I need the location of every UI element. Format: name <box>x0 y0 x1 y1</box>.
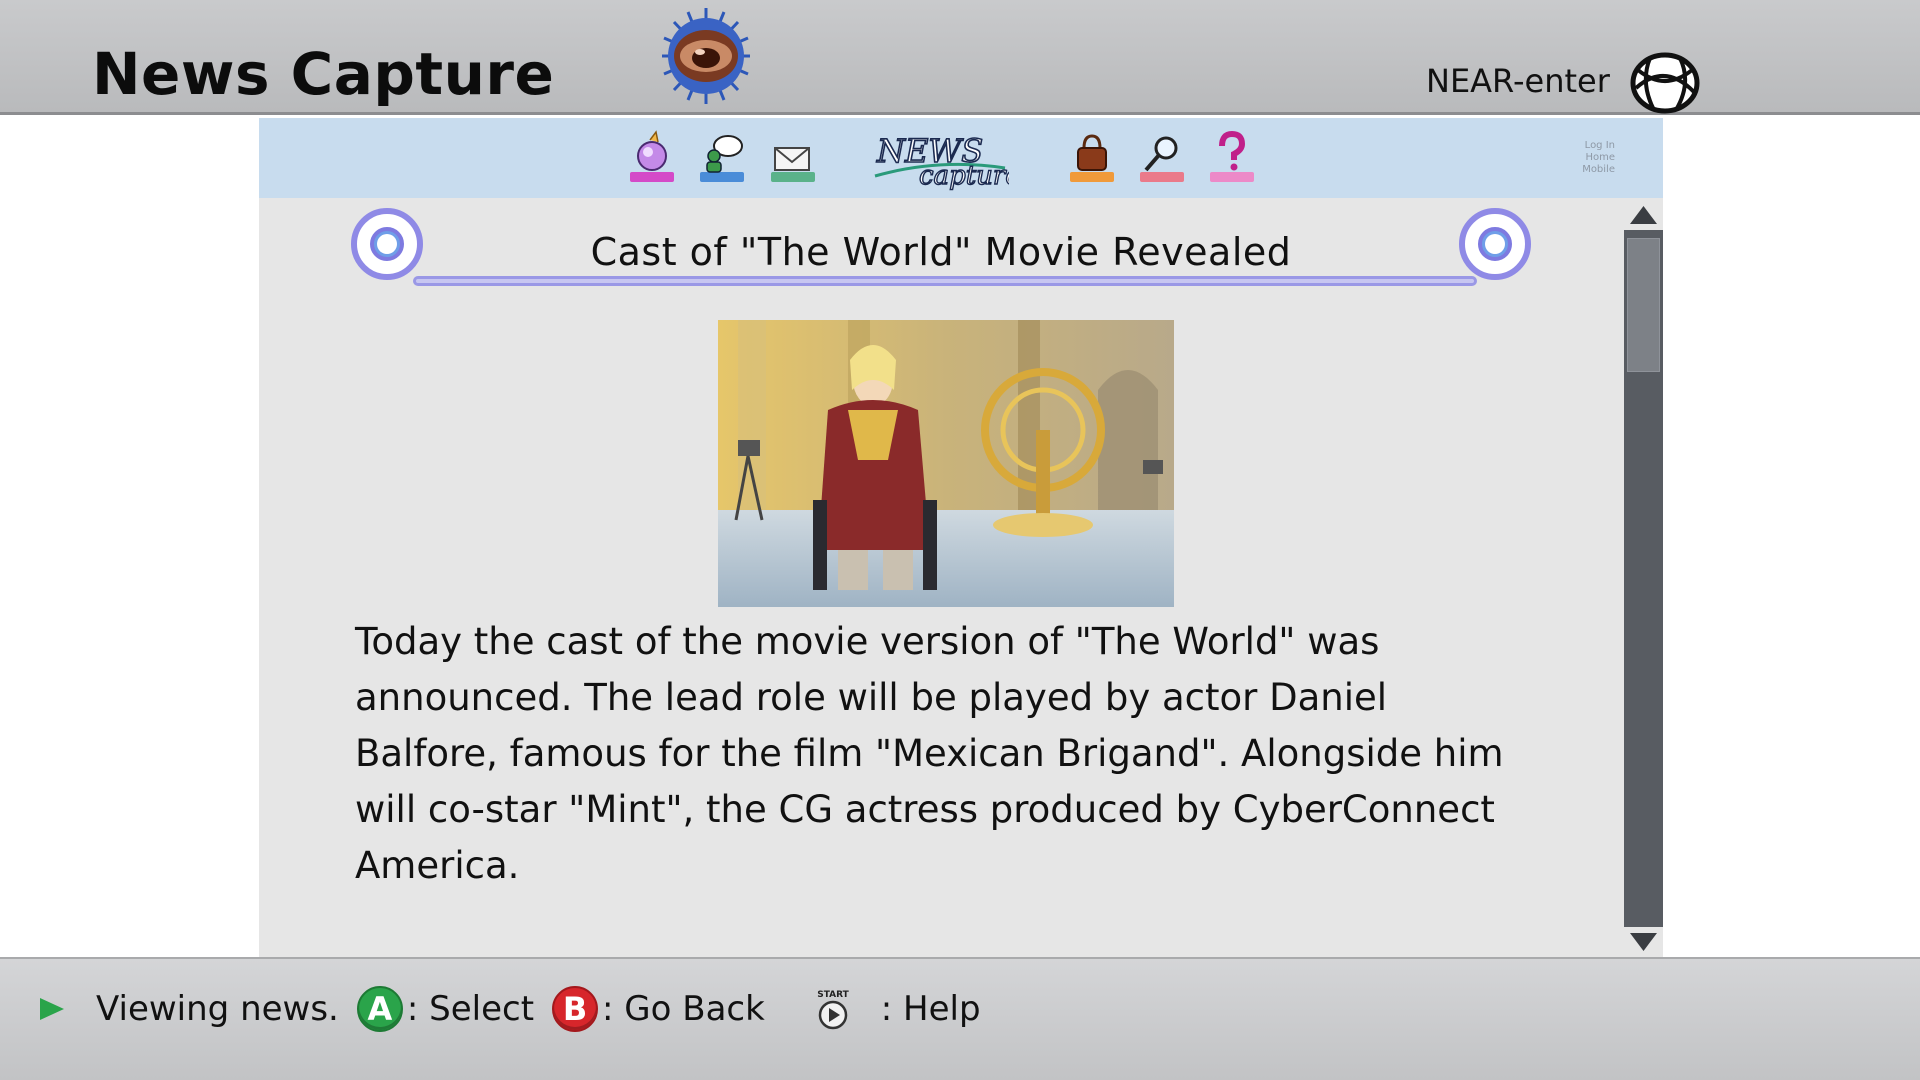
site-nav-bar: NEWS capture Log I <box>259 118 1663 198</box>
app-title: News Capture <box>92 40 555 108</box>
logo-word-capture: capture <box>919 161 1009 191</box>
browser-page: NEWS capture Log I <box>259 118 1663 957</box>
scroll-down-arrow[interactable] <box>1624 927 1663 957</box>
scroll-up-arrow[interactable] <box>1624 200 1663 230</box>
account-mini-links: Log In Home Mobile <box>1582 140 1615 176</box>
article-body: Today the cast of the movie version of "… <box>355 620 1504 887</box>
scroll-thumb[interactable] <box>1627 238 1660 372</box>
a-button-icon: A <box>356 986 403 1032</box>
bottom-status-bar: Viewing news. A : Select B : Go Back STA… <box>0 957 1920 1080</box>
top-header-bar: News Capture NEAR-enter <box>0 0 1920 115</box>
control-hints: Viewing news. A : Select B : Go Back STA… <box>36 979 981 1039</box>
eye-logo-icon <box>662 8 750 104</box>
network-globe-icon <box>1630 52 1700 114</box>
article-image <box>718 320 1174 607</box>
nav-bag-icon[interactable] <box>1068 128 1116 188</box>
nav-person-chat-icon[interactable] <box>698 128 746 188</box>
mini-link-home[interactable]: Home <box>1582 152 1615 164</box>
article-header: Cast of "The World" Movie Revealed <box>351 208 1531 318</box>
b-button-icon: B <box>552 986 599 1032</box>
mini-link-login[interactable]: Log In <box>1582 140 1615 152</box>
b-action-label: : Go Back <box>602 989 765 1029</box>
triangle-down-icon <box>1630 933 1657 951</box>
nav-globe-sphere-icon[interactable] <box>628 128 676 188</box>
title-underline <box>413 276 1477 286</box>
status-message: Viewing news. <box>96 989 339 1029</box>
start-button-icon: START <box>817 990 849 1030</box>
mini-link-mobile[interactable]: Mobile <box>1582 164 1615 176</box>
news-capture-logo: NEWS capture <box>874 131 1009 192</box>
triangle-up-icon <box>1630 206 1657 224</box>
start-action-label: : Help <box>880 989 981 1029</box>
movie-set-illustration <box>718 320 1174 607</box>
nav-mail-icon[interactable] <box>769 128 817 188</box>
nav-magnifier-icon[interactable] <box>1138 128 1186 188</box>
page-scrollbar[interactable] <box>1624 200 1663 957</box>
article-title: Cast of "The World" Movie Revealed <box>590 230 1292 274</box>
ring-right-icon <box>1459 208 1531 280</box>
network-status-label: NEAR-enter <box>1426 62 1610 100</box>
a-action-label: : Select <box>406 989 535 1029</box>
start-label: START <box>817 990 849 1000</box>
green-play-icon <box>40 998 64 1020</box>
nav-question-icon[interactable] <box>1208 128 1256 188</box>
